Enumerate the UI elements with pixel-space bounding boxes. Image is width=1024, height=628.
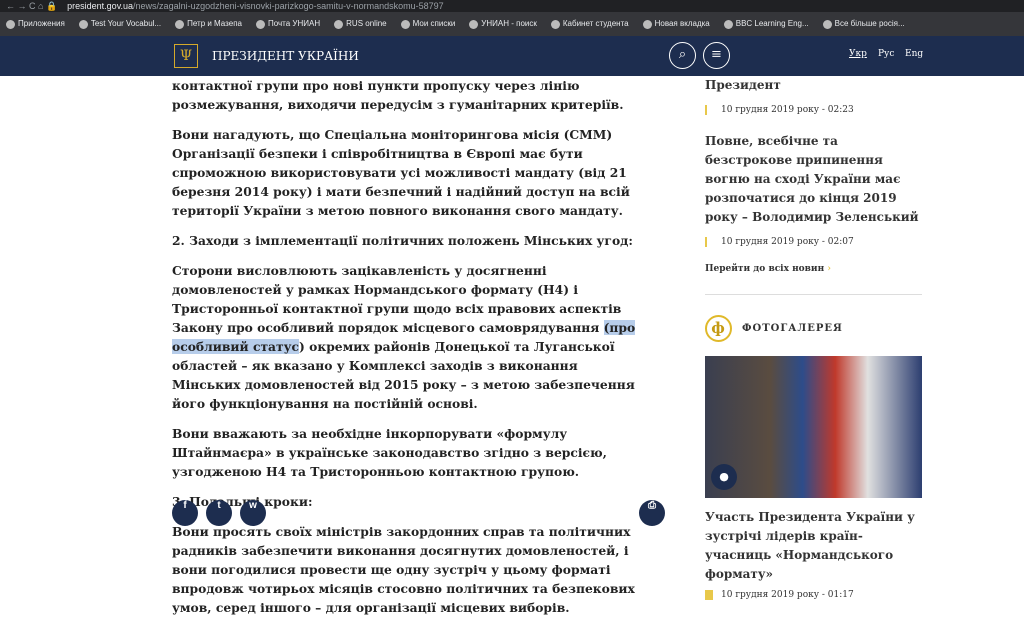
gallery-title[interactable]: Участь Президента України у зустрічі лід… (705, 508, 922, 584)
site-header: Ψ ПРЕЗИДЕНТ УКРАЇНИ ⌕ ≡ Укр Рус Eng (0, 36, 1024, 76)
bookmark[interactable]: Приложения (6, 19, 65, 29)
nav-icons[interactable]: ← → C ⌂ 🔒 (6, 1, 57, 12)
news-title[interactable]: Повне, всебічне та безстрокове припиненн… (705, 132, 922, 227)
gallery-photo[interactable]: ● (705, 356, 922, 498)
paragraph: контактної групи про нові пункти пропуск… (172, 78, 624, 112)
menu-icon[interactable]: ≡ (703, 42, 730, 69)
bookmark[interactable]: BBC Learning Eng... (723, 19, 809, 29)
sidebar: Президент 10 грудня 2019 року - 02:23 По… (705, 76, 922, 617)
bookmark[interactable]: Все більше росія... (822, 19, 905, 29)
lang-ukr[interactable]: Укр (849, 49, 867, 59)
bookmark[interactable]: Test Your Vocabul... (78, 19, 161, 29)
twitter-share-button[interactable]: t (206, 500, 232, 526)
trident-logo-icon[interactable]: Ψ (174, 44, 198, 68)
gallery-date: 10 грудня 2019 року - 01:17 (705, 590, 922, 600)
paragraph: Вони просять своїх міністрів закордонних… (172, 524, 635, 615)
lang-rus[interactable]: Рус (878, 49, 894, 59)
paragraph: Вони вважають за необхідне інкорпорувати… (172, 426, 607, 479)
url-path: /news/zagalni-uzgodzheni-visnovki-parizk… (133, 1, 444, 11)
bookmark[interactable]: RUS online (334, 19, 387, 29)
news-date: 10 грудня 2019 року - 02:23 (705, 105, 922, 115)
print-button[interactable]: ⎙ (639, 500, 665, 526)
paragraph: Сторони висловлюють зацікавленість у дос… (172, 263, 636, 411)
bookmark[interactable]: Петр и Мазепа (175, 19, 242, 29)
search-icon[interactable]: ⌕ (669, 42, 696, 69)
all-news-link[interactable]: Перейти до всіх новин › (705, 264, 922, 274)
facebook-share-button[interactable]: f (172, 500, 198, 526)
bookmark[interactable]: Почта УНИАН (255, 19, 320, 29)
paragraph: Вони нагадують, що Спеціальна моніторинг… (172, 127, 630, 218)
chevron-right-icon: › (827, 264, 831, 274)
bookmark[interactable]: Мои списки (400, 19, 455, 29)
url-host: president.gov.ua (67, 1, 134, 11)
article-body: контактної групи про нові пункти пропуск… (172, 76, 642, 628)
site-title[interactable]: ПРЕЗИДЕНТ УКРАЇНИ (212, 49, 359, 63)
gallery-icon: ф (705, 315, 732, 342)
news-title[interactable]: Президент (705, 76, 922, 95)
gallery-label: ФОТОГАЛЕРЕЯ (742, 323, 843, 334)
bookmark[interactable]: Кабинет студента (550, 19, 629, 29)
bookmark[interactable]: Новая вкладка (642, 19, 710, 29)
bookmark[interactable]: УНИАН - поиск (469, 19, 537, 29)
camera-icon: ● (711, 464, 737, 490)
whatsapp-share-button[interactable]: w (240, 500, 266, 526)
news-date: 10 грудня 2019 року - 02:07 (705, 237, 922, 247)
lang-eng[interactable]: Eng (905, 49, 923, 59)
bookmarks-bar: Приложения Test Your Vocabul... Петр и М… (0, 12, 1024, 36)
divider (705, 294, 922, 295)
section-heading: 2. Заходи з імплементації політичних пол… (172, 233, 633, 248)
address-bar[interactable]: ← → C ⌂ 🔒 president.gov.ua/news/zagalni-u… (0, 0, 1024, 12)
